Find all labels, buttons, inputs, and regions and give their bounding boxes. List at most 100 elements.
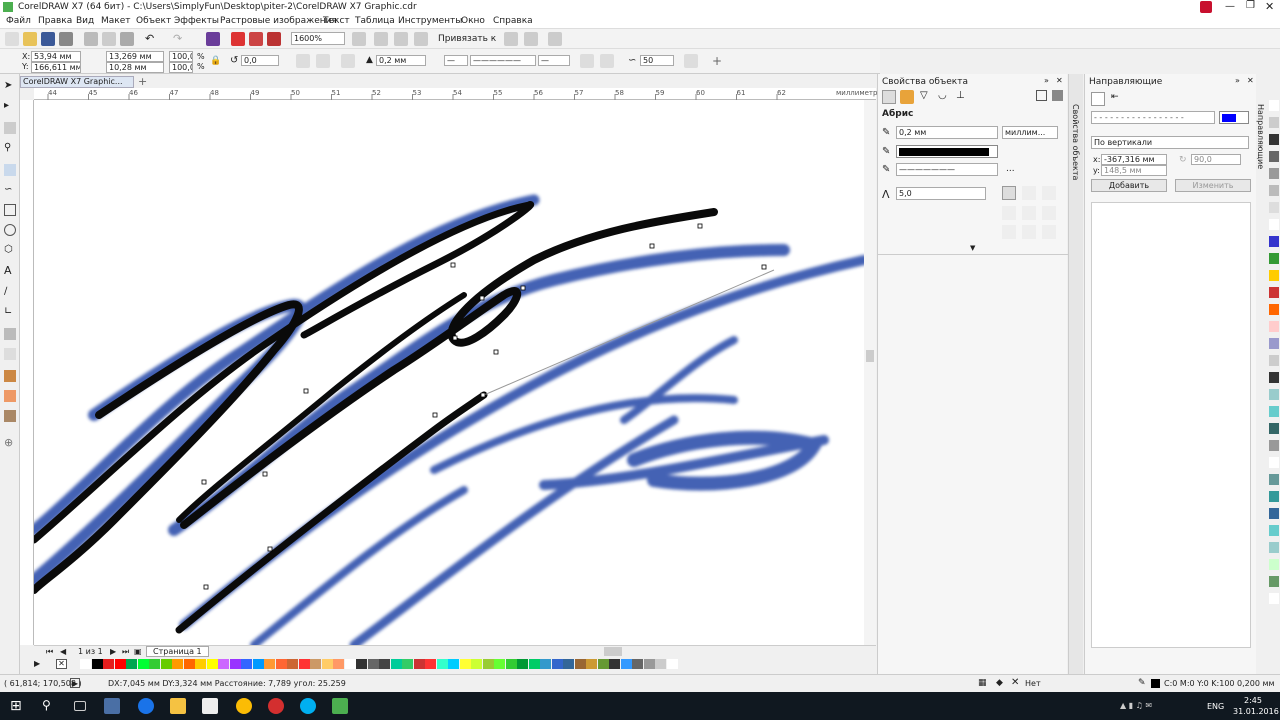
color-swatch[interactable]	[80, 659, 91, 669]
language-indicator[interactable]: ENG	[1207, 702, 1224, 711]
text-tool-icon[interactable]: A	[4, 264, 16, 277]
search-content-icon[interactable]	[206, 32, 220, 46]
guide-line-style-select[interactable]: - - - - - - - - - - - - - - - - -	[1091, 111, 1215, 124]
reverse-direction-icon[interactable]	[580, 54, 594, 68]
color-swatch[interactable]	[471, 659, 482, 669]
color-swatch[interactable]	[597, 659, 609, 669]
color-swatch[interactable]	[344, 659, 356, 669]
wrap-text-icon[interactable]	[341, 54, 355, 68]
color-swatch[interactable]	[1269, 474, 1279, 485]
guide-orientation-select[interactable]: По вертикали	[1091, 136, 1249, 149]
outline-color-picker[interactable]	[896, 145, 998, 158]
color-swatch[interactable]	[1269, 389, 1279, 400]
undo-icon[interactable]: ↶	[145, 32, 159, 46]
maximize-button[interactable]: ❐	[1246, 0, 1255, 11]
fill-tab-icon[interactable]	[900, 90, 914, 104]
edge-icon[interactable]	[138, 698, 154, 714]
color-swatch[interactable]	[1269, 236, 1279, 247]
add-guide-button[interactable]: Добавить	[1091, 179, 1167, 192]
menu-window[interactable]: Окно	[461, 16, 485, 26]
clock-time[interactable]: 2:45	[1244, 696, 1262, 705]
color-swatch[interactable]	[126, 659, 137, 669]
cap-butt-icon[interactable]	[1002, 206, 1016, 220]
y-position-field[interactable]: 166,611 мм	[31, 62, 81, 73]
save-icon[interactable]	[41, 32, 55, 46]
start-arrow-select[interactable]: —	[444, 55, 468, 66]
color-swatch[interactable]	[609, 659, 620, 669]
smart-fill-icon[interactable]	[4, 410, 16, 422]
menu-tools[interactable]: Инструменты	[398, 16, 462, 26]
clock-date[interactable]: 31.01.2016	[1233, 707, 1279, 716]
corner-miter-icon[interactable]	[1002, 186, 1016, 200]
pick-tool-icon[interactable]: ➤	[4, 80, 16, 92]
menu-table[interactable]: Таблица	[355, 16, 395, 26]
path-nodes[interactable]	[201, 223, 767, 590]
grid-icon[interactable]	[394, 32, 408, 46]
hscroll-thumb[interactable]	[604, 647, 622, 656]
corner-round-icon[interactable]	[1022, 186, 1036, 200]
position-inside-icon[interactable]	[1042, 225, 1056, 239]
guide-lock-icon[interactable]	[1091, 92, 1105, 106]
help-icon[interactable]	[1200, 1, 1212, 13]
color-swatch[interactable]	[195, 659, 206, 669]
fullscreen-icon[interactable]	[352, 32, 366, 46]
shape-tool-icon[interactable]: ▸	[4, 100, 16, 112]
close-button[interactable]: ✕	[1265, 0, 1274, 13]
last-page-icon[interactable]: ⏭	[122, 647, 129, 657]
color-swatch[interactable]	[1269, 338, 1279, 349]
play-icon[interactable]: ▶	[70, 678, 80, 688]
color-swatch[interactable]	[1269, 593, 1279, 604]
color-swatch[interactable]	[1269, 525, 1279, 536]
outline-width-field[interactable]: 0,2 мм	[376, 55, 426, 66]
corner-bevel-icon[interactable]	[1042, 186, 1056, 200]
color-swatch[interactable]	[448, 659, 459, 669]
ellipse-tool-icon[interactable]	[4, 224, 16, 236]
color-swatch[interactable]	[160, 659, 172, 669]
color-swatch[interactable]	[149, 659, 160, 669]
panel-pin-icon[interactable]: »	[1044, 76, 1049, 85]
welcome-screen-icon[interactable]	[548, 32, 562, 46]
app-launcher-icon[interactable]	[524, 32, 538, 46]
publish-pdf-icon[interactable]	[267, 32, 281, 46]
color-swatch[interactable]	[1269, 270, 1279, 281]
coreldraw-taskbar-icon[interactable]	[332, 698, 348, 714]
height-field[interactable]: 10,28 мм	[106, 62, 164, 73]
eyedropper-icon[interactable]	[4, 370, 16, 382]
color-swatch[interactable]	[482, 659, 494, 669]
color-swatch[interactable]	[425, 659, 436, 669]
width-field[interactable]: 13,269 мм	[106, 51, 164, 62]
object-properties-tab[interactable]: Свойства объекта	[1071, 104, 1080, 180]
color-swatch[interactable]	[287, 659, 298, 669]
scale-x-field[interactable]: 100,0	[169, 51, 193, 62]
color-swatch[interactable]	[1269, 117, 1279, 128]
menu-help[interactable]: Справка	[493, 16, 533, 26]
line-style-select[interactable]: ——————	[470, 55, 536, 66]
corners-tab-icon[interactable]: ◡	[938, 90, 947, 101]
guide-snap-icon[interactable]: ⇤	[1111, 92, 1119, 102]
chrome-icon[interactable]	[236, 698, 252, 714]
task-view-icon[interactable]	[74, 701, 86, 711]
new-tab-icon[interactable]: +	[138, 75, 147, 88]
color-swatch[interactable]	[517, 659, 528, 669]
interactive-fill-icon[interactable]	[4, 390, 16, 402]
guides-close-icon[interactable]: ✕	[1247, 76, 1254, 85]
palette-arrow-icon[interactable]: ▶	[34, 659, 40, 668]
menu-effects[interactable]: Эффекты	[174, 16, 219, 26]
color-swatch[interactable]	[310, 659, 321, 669]
recorder-icon[interactable]	[268, 698, 284, 714]
scale-y-field[interactable]: 100,0	[169, 62, 193, 73]
color-swatch[interactable]	[298, 659, 310, 669]
lock-ratio-icon[interactable]: 🔒	[210, 56, 221, 66]
color-swatch[interactable]	[528, 659, 540, 669]
change-guide-button[interactable]: Изменить	[1175, 179, 1251, 192]
drop-shadow-icon[interactable]	[4, 328, 16, 340]
add-tool-icon[interactable]: ⊕	[4, 436, 16, 449]
menu-object[interactable]: Объект	[136, 16, 171, 26]
skype-icon[interactable]	[300, 698, 316, 714]
color-swatch[interactable]	[367, 659, 379, 669]
store-icon[interactable]	[202, 698, 218, 714]
scroll-thumb[interactable]	[866, 350, 874, 362]
next-page-icon[interactable]: ▶	[110, 647, 116, 656]
color-swatch[interactable]	[1269, 100, 1279, 111]
color-swatch[interactable]	[1269, 185, 1279, 196]
